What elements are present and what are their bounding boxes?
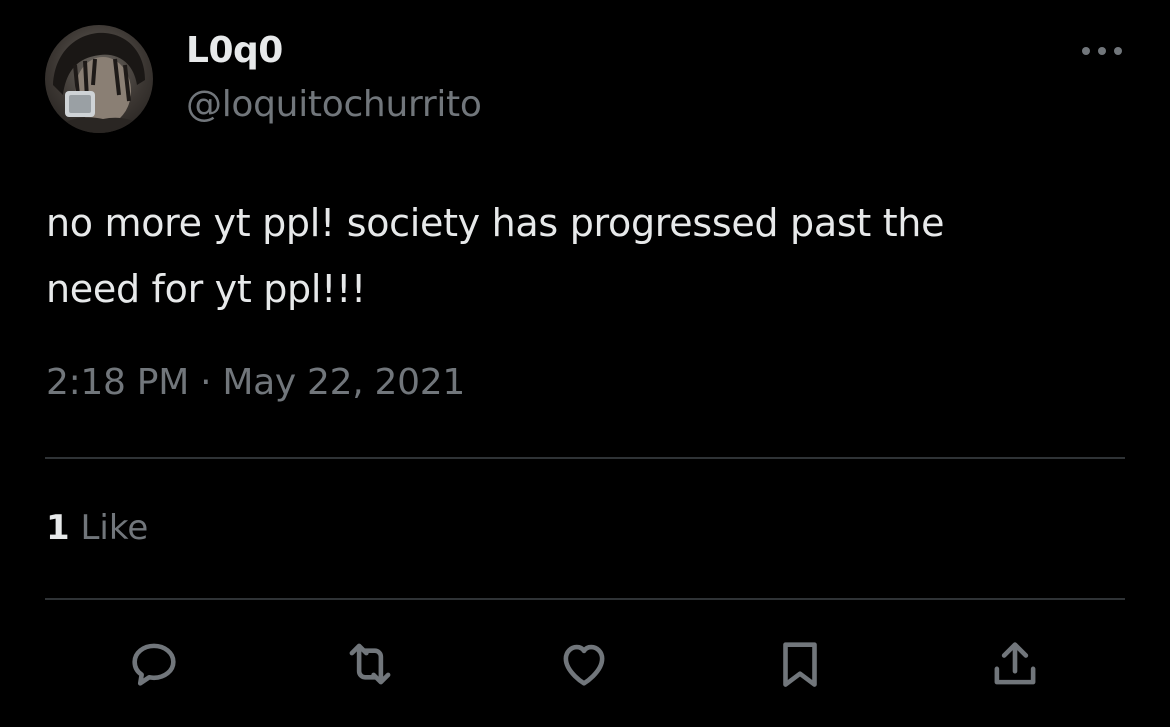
bookmark-icon: [783, 642, 817, 687]
author-display-name[interactable]: L0q0: [186, 30, 283, 71]
tweet-timestamp[interactable]: 2:18 PM · May 22, 2021: [46, 362, 465, 403]
tweet-text-line: need for yt ppl!!!: [46, 267, 366, 311]
more-horizontal-icon: [1082, 47, 1122, 55]
reply-icon: [132, 643, 176, 686]
heart-icon: [563, 644, 605, 686]
likes-stat[interactable]: 1 Like: [46, 508, 148, 548]
tweet-text: no more yt ppl! society has progressed p…: [46, 190, 1126, 322]
divider: [45, 457, 1125, 459]
tweet-text-line: no more yt ppl! society has progressed p…: [46, 201, 945, 245]
share-icon: [994, 642, 1036, 685]
divider: [45, 598, 1125, 600]
share-button[interactable]: [983, 632, 1047, 696]
like-button[interactable]: [552, 632, 616, 696]
avatar[interactable]: [45, 25, 153, 133]
reply-button[interactable]: [122, 632, 186, 696]
likes-count: 1: [46, 508, 70, 548]
bookmark-button[interactable]: [768, 632, 832, 696]
likes-label: Like: [69, 508, 149, 548]
retweet-icon: [349, 643, 391, 685]
retweet-button[interactable]: [338, 632, 402, 696]
more-options-button[interactable]: [1074, 34, 1130, 68]
avatar-photo: [53, 32, 149, 133]
author-handle[interactable]: @loquitochurrito: [186, 84, 482, 125]
